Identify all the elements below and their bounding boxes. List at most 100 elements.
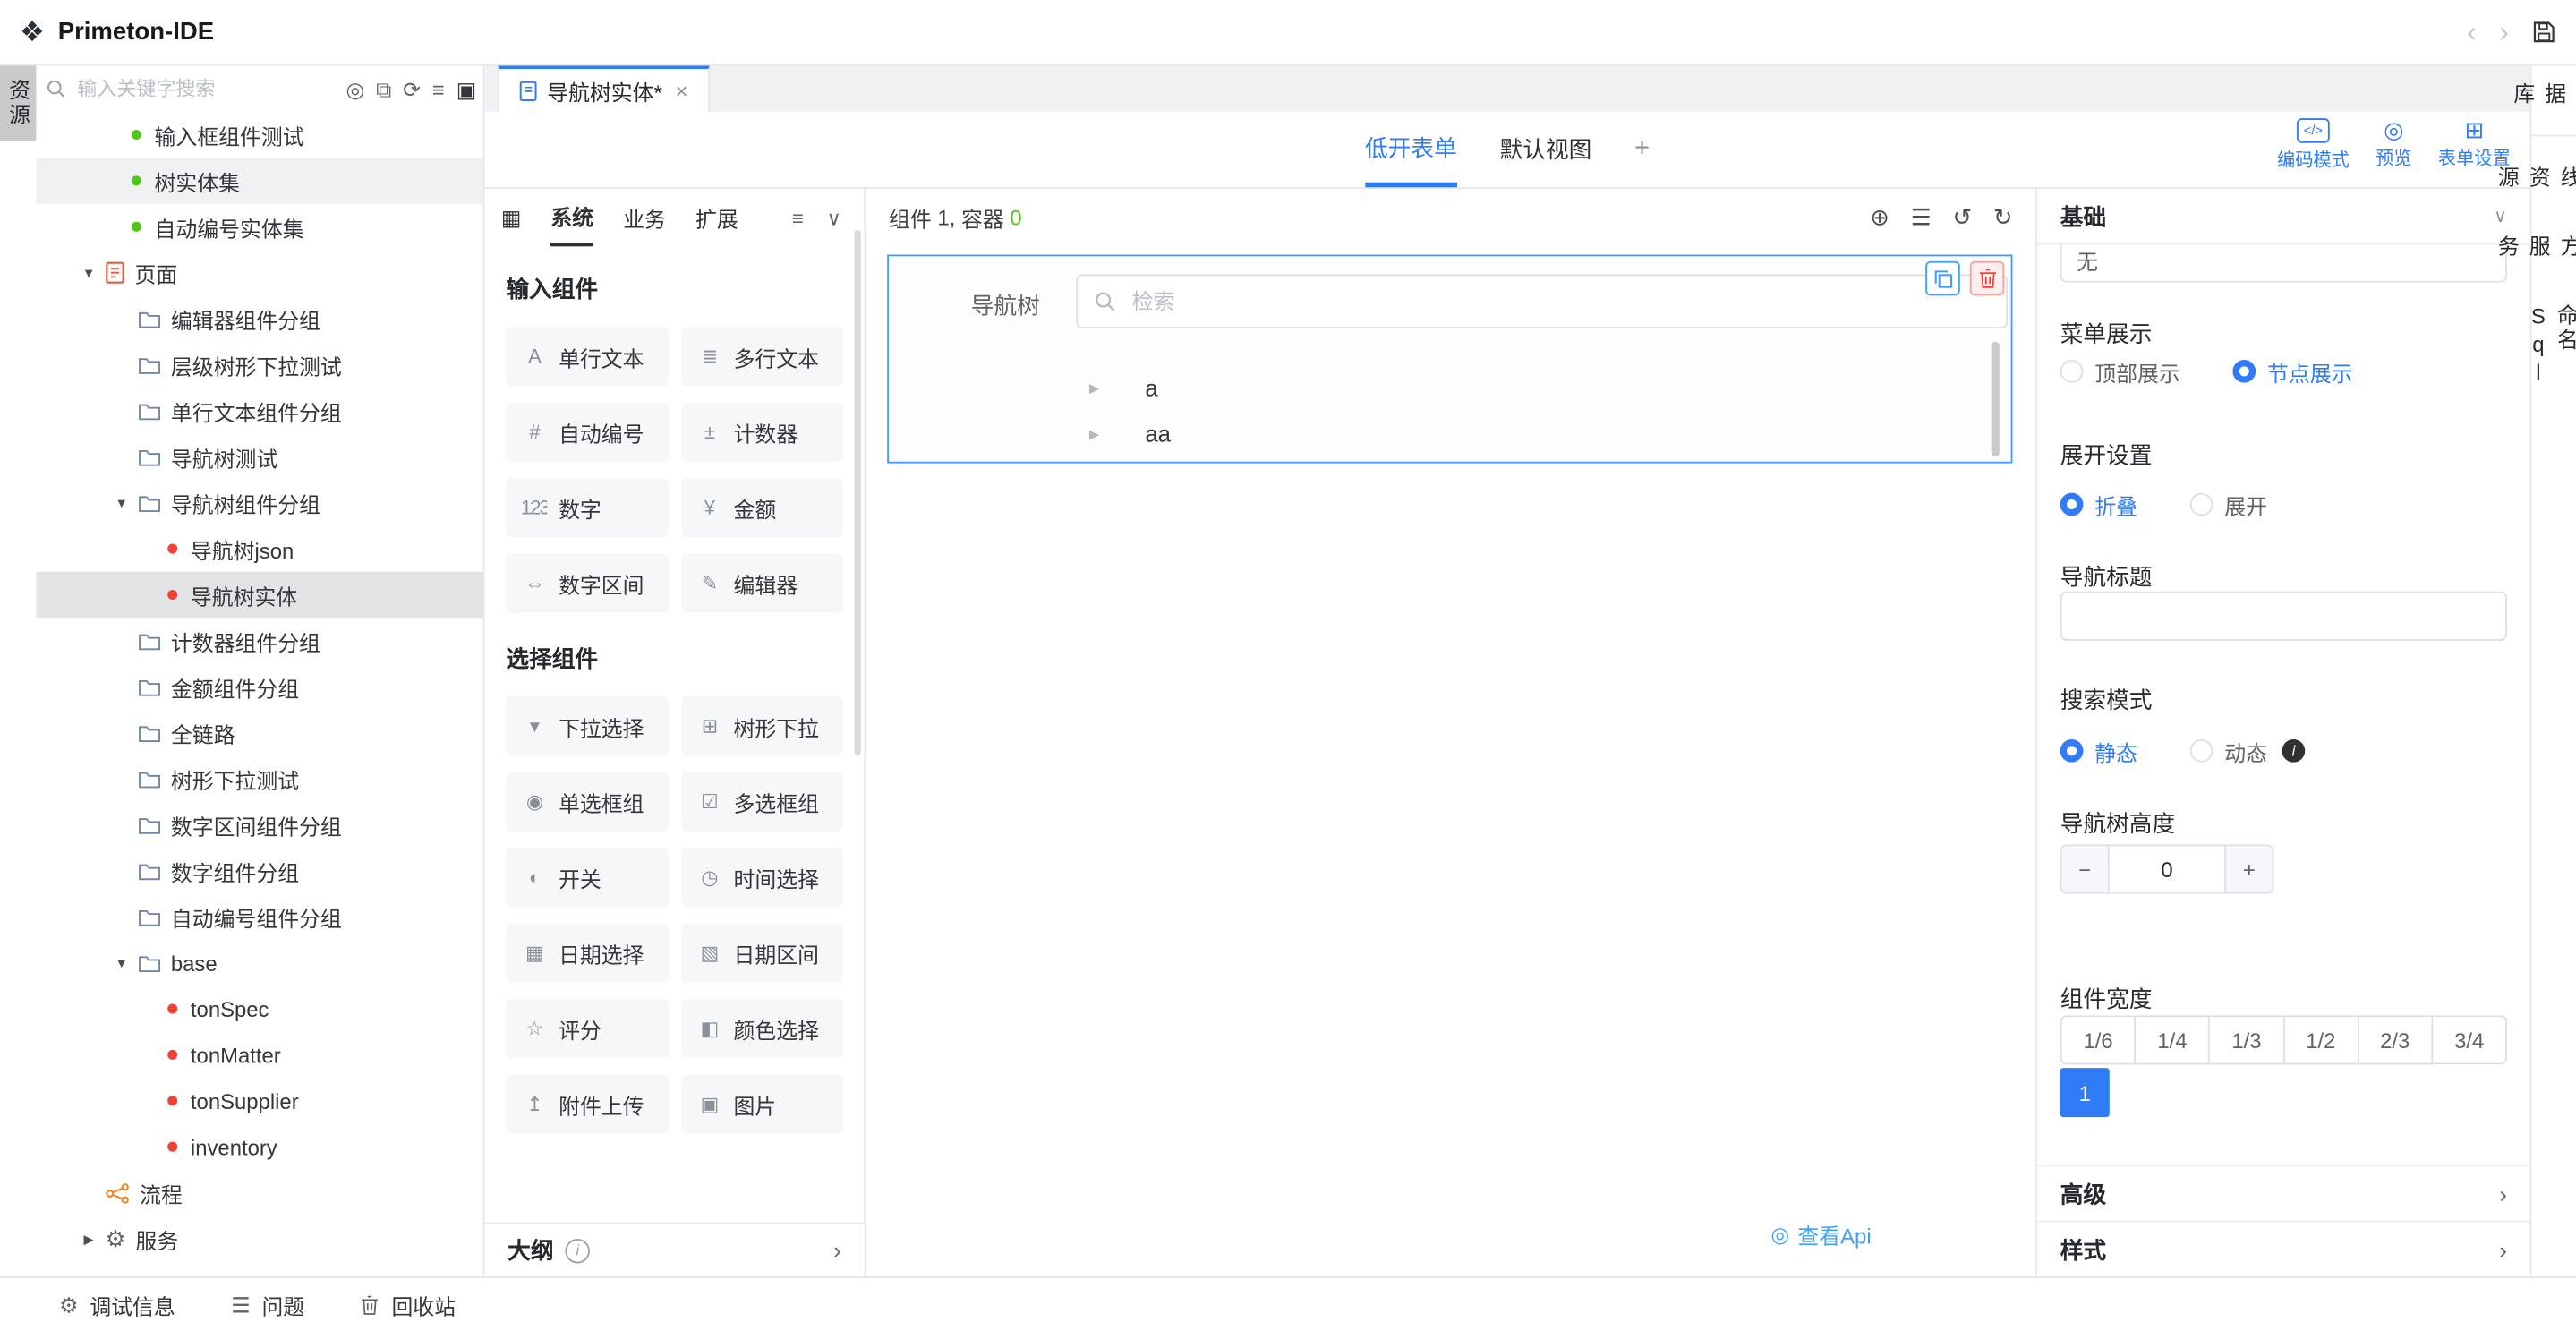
tree-item[interactable]: tonSupplier xyxy=(36,1078,482,1123)
view-tab-lowcode-form[interactable]: 低开表单 xyxy=(1365,112,1457,187)
chevron-right-icon[interactable]: › xyxy=(833,1237,841,1263)
recycle-bin-button[interactable]: 回收站 xyxy=(361,1289,456,1320)
tree-item[interactable]: 输入框组件测试 xyxy=(36,112,482,158)
nav-tree-node[interactable]: ▶a xyxy=(1076,364,1991,410)
rail-tab-named-sql[interactable]: 命名Sql xyxy=(2526,294,2576,406)
save-icon[interactable] xyxy=(2532,20,2557,45)
tree-item[interactable]: 导航树测试 xyxy=(36,434,482,480)
minus-button[interactable]: − xyxy=(2062,846,2110,892)
refresh-icon[interactable]: ⟳ xyxy=(403,78,421,99)
view-tab-default-view[interactable]: 默认视图 xyxy=(1499,112,1591,187)
menu-icon[interactable]: ≡ xyxy=(792,206,804,229)
radio-option[interactable]: 动态i xyxy=(2190,735,2306,766)
radio-option-selected[interactable]: 静态 xyxy=(2060,735,2137,766)
inspector-section-basic[interactable]: 基础 ∨ xyxy=(2037,189,2530,244)
outline-bar[interactable]: 大纲 i › xyxy=(484,1223,864,1277)
package-icon[interactable]: ⧉ xyxy=(376,78,391,99)
palette-item[interactable]: ◉单选框组 xyxy=(506,772,668,832)
debug-info-button[interactable]: ⚙ 调试信息 xyxy=(59,1289,175,1320)
width-option[interactable]: 3/4 xyxy=(2433,1015,2507,1064)
tree-item[interactable]: 自动编号组件分组 xyxy=(36,894,482,940)
tree-item[interactable]: 全链路 xyxy=(36,710,482,755)
nav-back-icon[interactable]: ‹ xyxy=(2467,18,2476,46)
tree-item[interactable]: 导航树json xyxy=(36,525,482,571)
component-scrollbar[interactable] xyxy=(1992,342,2000,456)
code-mode-button[interactable]: </> 编码模式 xyxy=(2277,118,2350,173)
chevron-down-icon[interactable]: ∨ xyxy=(827,206,841,229)
problems-button[interactable]: ☰ 问题 xyxy=(231,1289,304,1320)
tree-item-selected[interactable]: 导航树实体 xyxy=(36,572,482,618)
tree-item[interactable]: 编辑器组件分组 xyxy=(36,295,482,341)
palette-item[interactable]: ¥金额 xyxy=(681,478,843,537)
palette-item[interactable]: ▾下拉选择 xyxy=(506,696,668,755)
palette-item[interactable]: ☆评分 xyxy=(506,999,668,1058)
chevron-right-icon[interactable]: ▶ xyxy=(1089,426,1105,441)
inspector-section-advanced[interactable]: 高级 › xyxy=(2037,1165,2530,1220)
copy-component-button[interactable] xyxy=(1925,261,1960,296)
tree-item[interactable]: 计数器组件分组 xyxy=(36,618,482,663)
palette-item[interactable]: ±计数器 xyxy=(681,403,843,462)
palette-item[interactable]: ≣多行文本 xyxy=(681,327,843,386)
rail-tab-offline-resources[interactable]: 离线资源 xyxy=(2492,156,2576,209)
tree-item-services[interactable]: ▶ ⚙ 服务 xyxy=(36,1216,482,1261)
palette-item[interactable]: ◧颜色选择 xyxy=(681,999,843,1058)
chevron-right-icon[interactable]: ▶ xyxy=(1089,380,1105,396)
inspector-section-style[interactable]: 样式 › xyxy=(2037,1221,2530,1276)
radio-option-selected[interactable]: 折叠 xyxy=(2060,489,2137,520)
document-tab[interactable]: 导航树实体* × xyxy=(498,65,709,111)
preview-button[interactable]: ◎ 预览 xyxy=(2376,118,2411,173)
component-search-box[interactable] xyxy=(1076,275,2008,329)
palette-item[interactable]: ▧日期区间 xyxy=(681,924,843,983)
palette-item[interactable]: ⇔数字区间 xyxy=(506,554,668,613)
tree-item[interactable]: 层级树形下拉测试 xyxy=(36,342,482,388)
palette-scrollbar[interactable] xyxy=(854,230,860,755)
grid-icon[interactable]: ▦ xyxy=(501,205,522,231)
tree-item[interactable]: 树实体集 xyxy=(36,158,482,203)
palette-item[interactable]: ◐开关 xyxy=(506,848,668,907)
width-option[interactable]: 1/4 xyxy=(2136,1015,2210,1064)
chevron-down-icon[interactable]: ▼ xyxy=(79,265,98,280)
palette-tab-system[interactable]: 系统 xyxy=(550,189,593,246)
palette-tab-extension[interactable]: 扩展 xyxy=(695,189,738,246)
tree-item[interactable]: tonMatter xyxy=(36,1032,482,1078)
width-option[interactable]: 1/3 xyxy=(2210,1015,2284,1064)
info-icon[interactable]: i xyxy=(2282,739,2306,763)
tree-item-pages[interactable]: ▼ 页面 xyxy=(36,250,482,295)
tree-item[interactable]: ▼ base xyxy=(36,940,482,985)
resources-rail-tab[interactable]: 资源 xyxy=(0,65,36,141)
panel-toggle-icon[interactable]: ▣ xyxy=(456,78,477,99)
chevron-right-icon[interactable]: ▶ xyxy=(79,1232,98,1247)
palette-item[interactable]: ↥附件上传 xyxy=(506,1074,668,1133)
rail-tab-database[interactable]: 数据库 xyxy=(2507,73,2576,125)
component-search-input[interactable] xyxy=(1129,287,1990,315)
chevron-down-icon[interactable]: ▼ xyxy=(112,495,132,510)
width-option[interactable]: 2/3 xyxy=(2358,1015,2433,1064)
close-icon[interactable]: × xyxy=(676,78,688,103)
width-option-selected[interactable]: 1 xyxy=(2060,1068,2110,1117)
tree-item[interactable]: 单行文本组件分组 xyxy=(36,388,482,433)
chevron-down-icon[interactable]: ▼ xyxy=(112,955,132,970)
palette-item[interactable]: A单行文本 xyxy=(506,327,668,386)
filter-icon[interactable]: ≡ xyxy=(432,78,445,99)
add-view-button[interactable]: + xyxy=(1634,112,1650,187)
palette-item[interactable]: 123数字 xyxy=(506,478,668,537)
palette-tab-business[interactable]: 业务 xyxy=(623,189,666,246)
palette-item[interactable]: ✎编辑器 xyxy=(681,554,843,613)
tree-item[interactable]: ▼ 导航树组件分组 xyxy=(36,480,482,525)
tree-item-process[interactable]: 流程 xyxy=(36,1170,482,1216)
palette-item[interactable]: ▣图片 xyxy=(681,1074,843,1133)
tree-item[interactable]: 自动编号实体集 xyxy=(36,204,482,250)
palette-item[interactable]: ▦日期选择 xyxy=(506,924,668,983)
stepper-value[interactable]: 0 xyxy=(2110,846,2224,892)
width-option[interactable]: 1/2 xyxy=(2284,1015,2358,1064)
tree-item[interactable]: 金额组件分组 xyxy=(36,664,482,710)
tree-item[interactable]: 数字区间组件分组 xyxy=(36,802,482,848)
palette-item[interactable]: ◷时间选择 xyxy=(681,848,843,907)
tree-item[interactable]: 数字组件分组 xyxy=(36,848,482,893)
explorer-search-input[interactable] xyxy=(74,75,259,101)
width-option[interactable]: 1/6 xyxy=(2060,1015,2137,1064)
plus-button[interactable]: + xyxy=(2224,846,2272,892)
radio-option[interactable]: 顶部展示 xyxy=(2060,355,2180,387)
view-api-link[interactable]: ◎ 查看Api xyxy=(1770,1219,1871,1250)
palette-item[interactable]: ⊞树形下拉 xyxy=(681,696,843,755)
